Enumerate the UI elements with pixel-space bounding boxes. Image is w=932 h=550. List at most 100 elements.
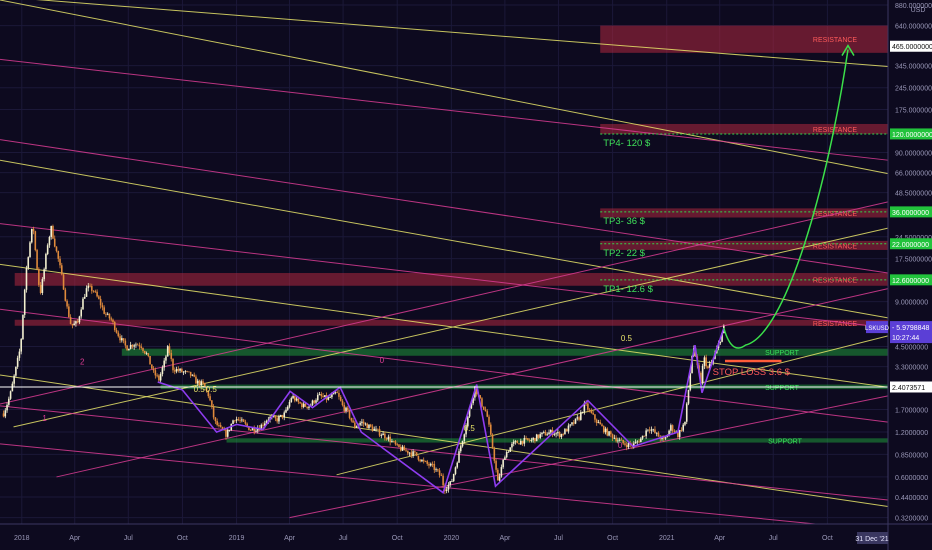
candle-body bbox=[156, 375, 158, 377]
candle-body bbox=[537, 434, 540, 438]
y-tick-label: 0.6000000 bbox=[895, 475, 928, 482]
price-tag-label: 12.6000000 bbox=[892, 278, 929, 285]
candle-body bbox=[59, 258, 61, 266]
candle-body bbox=[664, 437, 667, 439]
candle-body bbox=[262, 424, 264, 426]
candle-body bbox=[375, 428, 377, 430]
candle-body bbox=[414, 451, 416, 453]
candle-body bbox=[401, 446, 404, 451]
channel-level-label: 0.5 bbox=[464, 424, 476, 433]
candle-body bbox=[701, 365, 704, 384]
candle-body bbox=[46, 245, 49, 255]
candle-body bbox=[431, 463, 434, 465]
candle-body bbox=[530, 439, 533, 441]
candle-body bbox=[558, 432, 561, 438]
candle-body bbox=[112, 319, 114, 323]
candle-body bbox=[189, 371, 192, 376]
candle-body bbox=[654, 429, 656, 434]
y-tick-label: 0.4400000 bbox=[895, 495, 928, 502]
y-tick-label: 175.0000000 bbox=[895, 108, 932, 115]
candle-body bbox=[211, 400, 213, 407]
candle-body bbox=[670, 425, 672, 431]
y-tick-label: 17.5000000 bbox=[895, 257, 932, 264]
candle-body bbox=[327, 397, 330, 400]
candle-body bbox=[143, 350, 146, 354]
candle-body bbox=[346, 407, 349, 411]
candle-body bbox=[202, 381, 204, 383]
candle-body bbox=[218, 425, 220, 426]
candle-body bbox=[362, 421, 365, 424]
candle-body bbox=[355, 426, 358, 428]
candle-body bbox=[78, 316, 81, 323]
candle-body bbox=[437, 469, 439, 471]
candle-body bbox=[9, 391, 12, 399]
candle-body bbox=[535, 434, 538, 442]
candle-body bbox=[638, 441, 640, 443]
candle-body bbox=[514, 441, 517, 442]
candle-body bbox=[196, 380, 199, 384]
candle-body bbox=[428, 463, 430, 466]
candle-body bbox=[604, 428, 607, 433]
candle-body bbox=[324, 395, 326, 397]
candle-body bbox=[376, 428, 379, 430]
countdown-label: 10:27:44 bbox=[892, 335, 919, 342]
candle-body bbox=[511, 443, 513, 448]
candle-body bbox=[410, 452, 413, 456]
candle-body bbox=[182, 371, 185, 373]
candle-body bbox=[16, 357, 19, 367]
candle-body bbox=[650, 429, 653, 431]
candle-body bbox=[186, 371, 188, 372]
candle-body bbox=[149, 355, 151, 365]
price-chart[interactable]: RESISTANCE RESISTANCE RESISTANCE RESISTANCE… bbox=[0, 0, 932, 550]
resistance-label: RESISTANCE bbox=[813, 277, 858, 284]
candle-body bbox=[320, 394, 323, 397]
candle-body bbox=[27, 257, 30, 269]
candle-body bbox=[181, 368, 183, 373]
candle-body bbox=[173, 370, 176, 372]
candle-body bbox=[216, 421, 218, 426]
candle-body bbox=[278, 416, 280, 422]
y-tick-label: 66.0000000 bbox=[895, 171, 932, 178]
candle-body bbox=[30, 228, 33, 243]
candle-body bbox=[560, 434, 563, 438]
x-tick-label: 2020 bbox=[444, 535, 460, 542]
candle-body bbox=[348, 410, 351, 418]
candle-body bbox=[588, 409, 591, 411]
candle-body bbox=[627, 442, 630, 448]
candle-body bbox=[165, 356, 167, 361]
candle-body bbox=[652, 429, 655, 431]
candle-body bbox=[523, 438, 526, 444]
candle-body bbox=[39, 284, 42, 293]
candle-body bbox=[412, 451, 414, 456]
candle-body bbox=[495, 460, 497, 470]
candle-body bbox=[244, 421, 247, 424]
candle-body bbox=[572, 422, 575, 424]
y-tick-label: 90.0000000 bbox=[895, 151, 932, 158]
candle-body bbox=[66, 300, 68, 307]
candle-body bbox=[11, 383, 14, 392]
candle-body bbox=[108, 313, 111, 319]
candle-body bbox=[301, 403, 303, 408]
candle-body bbox=[36, 250, 38, 269]
candle-body bbox=[237, 419, 240, 420]
candle-body bbox=[505, 452, 508, 458]
candle-body bbox=[85, 288, 88, 297]
candle-body bbox=[241, 419, 243, 421]
candle-body bbox=[407, 450, 409, 454]
candle-body bbox=[13, 375, 15, 384]
candle-body bbox=[426, 461, 429, 464]
candle-body bbox=[382, 433, 384, 436]
candle-body bbox=[366, 423, 369, 429]
candle-body bbox=[364, 423, 367, 425]
candle-body bbox=[105, 313, 107, 315]
candle-body bbox=[525, 438, 527, 439]
candle-body bbox=[527, 438, 529, 441]
candle-body bbox=[43, 269, 45, 280]
candle-body bbox=[73, 323, 75, 326]
candle-body bbox=[489, 424, 492, 435]
candle-body bbox=[539, 434, 542, 438]
candle-body bbox=[8, 398, 10, 405]
candle-body bbox=[602, 426, 605, 433]
candle-body bbox=[542, 431, 545, 433]
x-tick-label: Oct bbox=[607, 535, 618, 542]
